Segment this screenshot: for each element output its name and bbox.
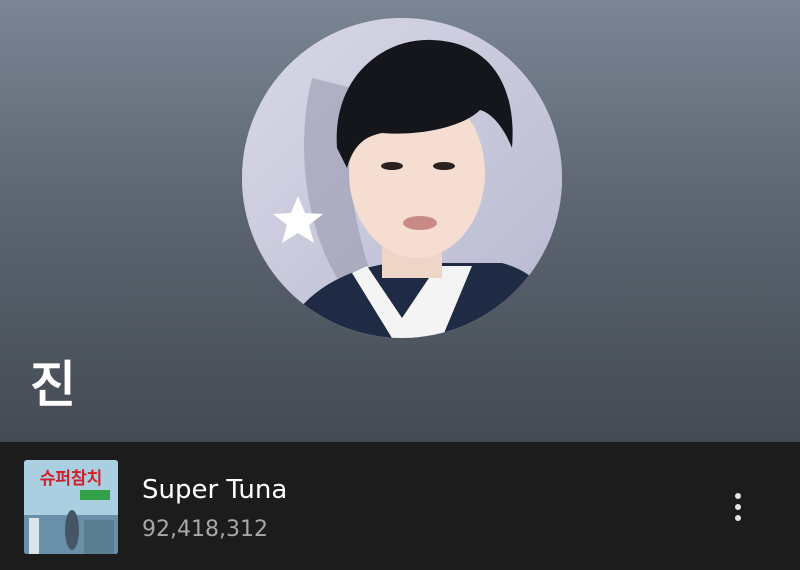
more-options-button[interactable] bbox=[718, 484, 758, 530]
album-cover[interactable]: 슈퍼참치 bbox=[24, 460, 118, 554]
artist-photo bbox=[242, 18, 562, 338]
track-play-count: 92,418,312 bbox=[142, 517, 268, 542]
artist-avatar[interactable] bbox=[242, 18, 562, 338]
artist-header: 진 bbox=[0, 0, 800, 442]
album-cover-text: 슈퍼참치 bbox=[40, 468, 103, 489]
track-row[interactable] bbox=[0, 442, 800, 570]
album-art: 슈퍼참치 bbox=[24, 460, 118, 554]
more-vertical-icon bbox=[735, 491, 741, 524]
artist-name: 진 bbox=[30, 356, 76, 414]
track-title: Super Tuna bbox=[142, 475, 288, 505]
